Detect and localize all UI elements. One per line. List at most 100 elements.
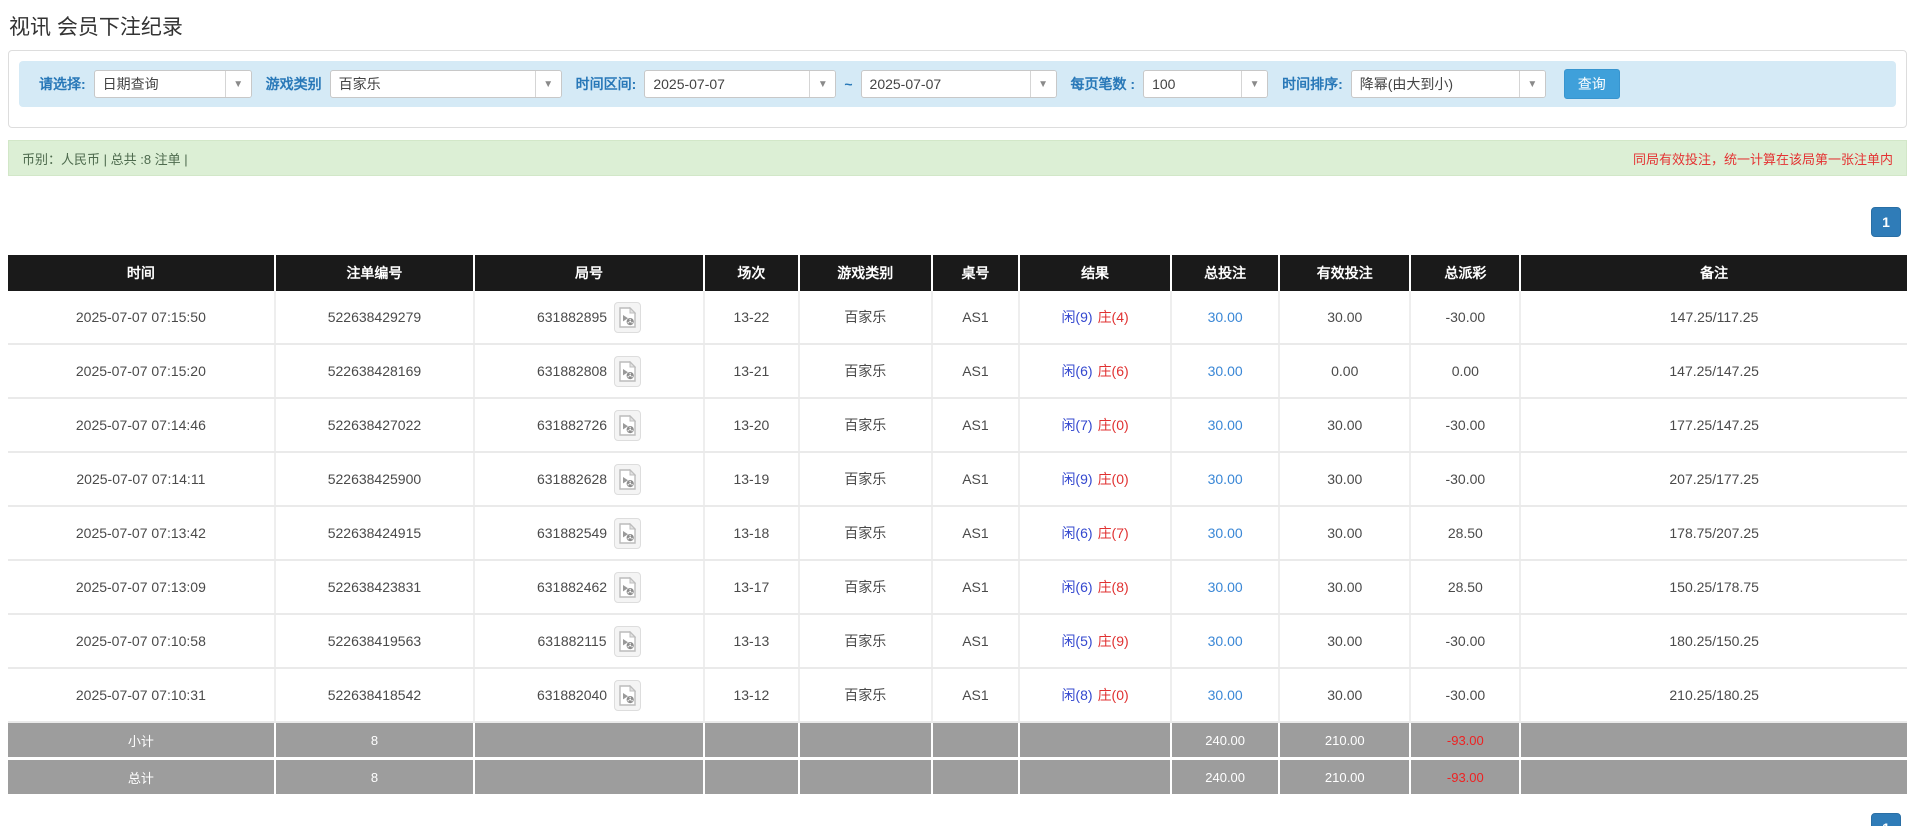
search-button[interactable]: 查询	[1563, 69, 1620, 99]
cell-result: 闲(7) 庄(0)	[1020, 399, 1173, 451]
table-row: 2025-07-07 07:13:42 522638424915 6318825…	[8, 507, 1907, 561]
round-id: 631882808	[536, 363, 608, 379]
header-remark: 备注	[1521, 255, 1907, 291]
header-round-id: 局号	[475, 255, 705, 291]
cell-table-no: AS1	[933, 291, 1021, 343]
total-bet-link[interactable]: 30.00	[1208, 525, 1243, 541]
cell-session: 13-22	[705, 291, 800, 343]
total-bet-link[interactable]: 30.00	[1208, 579, 1243, 595]
subtotal-label: 小计	[8, 723, 276, 757]
sort-select[interactable]: 降幂(由大到小) ▼	[1350, 70, 1546, 98]
cell-remark: 210.25/180.25	[1669, 687, 1759, 703]
cell-table-no: AS1	[933, 399, 1021, 451]
result-player: 闲(6)	[1061, 579, 1093, 595]
range-separator: ~	[844, 76, 853, 92]
total-bet-link[interactable]: 30.00	[1208, 687, 1243, 703]
cell-valid-bet: 30.00	[1280, 561, 1412, 613]
chevron-down-icon[interactable]: ▼	[1241, 71, 1268, 97]
date-to-select[interactable]: 2025-07-07 ▼	[860, 70, 1057, 98]
date-from-select[interactable]: 2025-07-07 ▼	[644, 70, 837, 98]
cell-bet-id: 522638428169	[276, 345, 476, 397]
chevron-down-icon[interactable]: ▼	[1518, 71, 1545, 97]
page-button-1-bottom[interactable]: 1	[1871, 813, 1901, 826]
cell-bet-id: 522638427022	[276, 399, 476, 451]
total-bet-link[interactable]: 30.00	[1208, 309, 1243, 325]
table-row: 2025-07-07 07:10:31 522638418542 6318820…	[8, 669, 1907, 723]
cell-bet-id: 522638424915	[276, 507, 476, 559]
summary-bar: 币别：人民币 | 总共 :8 注单 | 同局有效投注，统一计算在该局第一张注单内	[8, 140, 1907, 176]
cell-session: 13-21	[705, 345, 800, 397]
subtotal-payout: -93.00	[1411, 723, 1522, 757]
page-size-select[interactable]: 100 ▼	[1143, 70, 1269, 98]
page-button-1[interactable]: 1	[1871, 207, 1901, 237]
cell-round-id: 631882549	[475, 507, 705, 559]
chevron-down-icon[interactable]: ▼	[534, 71, 561, 97]
game-type-select[interactable]: 百家乐 ▼	[329, 70, 562, 98]
cell-remark: 180.25/150.25	[1669, 633, 1759, 649]
cell-game: 百家乐	[800, 507, 933, 559]
total-bet-link[interactable]: 30.00	[1208, 417, 1243, 433]
cell-total-bet: 30.00	[1172, 399, 1281, 451]
subtotal-row: 小计 8 240.00 210.00 -93.00	[8, 723, 1907, 760]
result-player: 闲(5)	[1061, 633, 1093, 649]
total-bet-link[interactable]: 30.00	[1208, 363, 1243, 379]
chevron-down-icon[interactable]: ▼	[809, 71, 836, 97]
round-id: 631882462	[536, 579, 608, 595]
cell-time: 2025-07-07 07:10:31	[8, 669, 276, 721]
result-banker: 庄(8)	[1097, 579, 1129, 595]
cell-table-no: AS1	[933, 507, 1021, 559]
cell-time: 2025-07-07 07:14:46	[8, 399, 276, 451]
total-bet-link[interactable]: 30.00	[1208, 471, 1243, 487]
video-replay-icon[interactable]	[614, 571, 642, 603]
filter-panel: 请选择: 日期查询 ▼ 游戏类别 百家乐 ▼ 时间区间: 2025-07-07 …	[8, 50, 1907, 128]
cell-result: 闲(6) 庄(8)	[1020, 561, 1173, 613]
video-replay-icon[interactable]	[614, 463, 642, 495]
cell-payout: -30.00	[1411, 399, 1522, 451]
header-session: 场次	[704, 255, 800, 291]
video-replay-icon[interactable]	[614, 679, 642, 711]
query-type-select[interactable]: 日期查询 ▼	[93, 70, 252, 98]
cell-valid-bet: 30.00	[1280, 615, 1412, 667]
cell-result: 闲(9) 庄(4)	[1020, 291, 1173, 343]
cell-time: 2025-07-07 07:13:09	[8, 561, 276, 613]
cell-game: 百家乐	[800, 399, 933, 451]
header-time: 时间	[8, 255, 276, 291]
video-replay-icon[interactable]	[614, 301, 642, 333]
cell-game: 百家乐	[800, 669, 933, 721]
result-player: 闲(7)	[1061, 417, 1093, 433]
video-replay-icon[interactable]	[614, 517, 642, 549]
chevron-down-icon[interactable]: ▼	[224, 71, 251, 97]
cell-game: 百家乐	[800, 561, 933, 613]
cell-game: 百家乐	[800, 345, 933, 397]
cell-total-bet: 30.00	[1172, 615, 1281, 667]
sort-label: 时间排序:	[1282, 76, 1343, 92]
total-label: 总计	[8, 760, 276, 794]
video-replay-icon[interactable]	[614, 409, 642, 441]
cell-bet-id: 522638429279	[276, 291, 476, 343]
cell-remark: 150.25/178.75	[1669, 579, 1759, 595]
cell-payout: -30.00	[1411, 615, 1522, 667]
header-bet-id: 注单编号	[275, 255, 476, 291]
chevron-down-icon[interactable]: ▼	[1029, 71, 1056, 97]
table-row: 2025-07-07 07:14:46 522638427022 6318827…	[8, 399, 1907, 453]
header-valid-bet: 有效投注	[1280, 255, 1412, 291]
cell-remark: 147.25/117.25	[1669, 309, 1759, 325]
page-size-label: 每页笔数 :	[1070, 76, 1136, 92]
total-bet-link[interactable]: 30.00	[1208, 633, 1243, 649]
game-type-value: 百家乐	[338, 76, 381, 92]
cell-valid-bet: 0.00	[1280, 345, 1412, 397]
cell-table-no: AS1	[933, 561, 1021, 613]
round-id: 631882726	[536, 417, 608, 433]
cell-result: 闲(6) 庄(6)	[1020, 345, 1173, 397]
table-header: 时间 注单编号 局号 场次 游戏类别 桌号 结果 总投注 有效投注 总派彩 备注	[8, 255, 1907, 291]
cell-session: 13-17	[705, 561, 800, 613]
video-replay-icon[interactable]	[613, 625, 641, 657]
cell-round-id: 631882726	[475, 399, 705, 451]
bet-records-table: 时间 注单编号 局号 场次 游戏类别 桌号 结果 总投注 有效投注 总派彩 备注…	[8, 255, 1907, 797]
result-banker: 庄(7)	[1097, 525, 1129, 541]
video-replay-icon[interactable]	[614, 355, 642, 387]
table-row: 2025-07-07 07:15:20 522638428169 6318828…	[8, 345, 1907, 399]
header-total-bet: 总投注	[1172, 255, 1281, 291]
cell-time: 2025-07-07 07:10:58	[8, 615, 276, 667]
cell-time: 2025-07-07 07:15:20	[8, 345, 276, 397]
